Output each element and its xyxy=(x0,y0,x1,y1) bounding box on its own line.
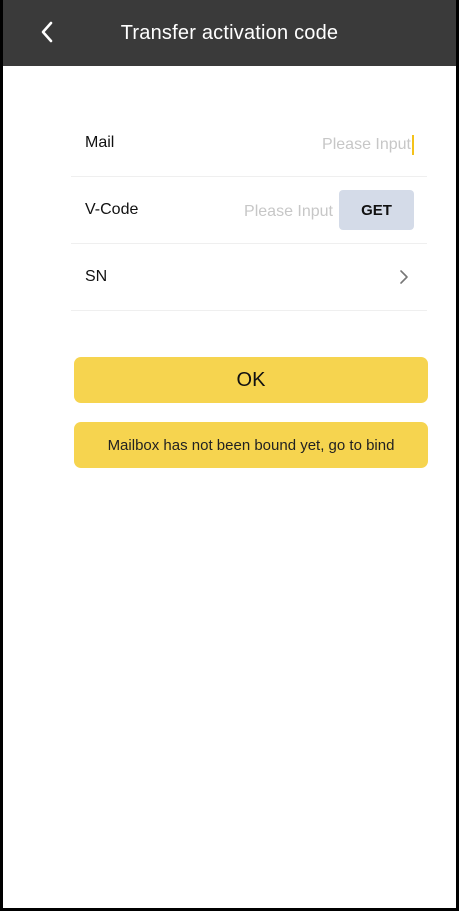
ok-button[interactable]: OK xyxy=(74,357,428,403)
sn-label: SN xyxy=(85,268,108,285)
text-caret xyxy=(412,135,414,155)
vcode-row: V-Code GET xyxy=(71,177,427,244)
sn-row[interactable]: SN xyxy=(71,244,427,311)
vcode-input[interactable] xyxy=(201,199,335,225)
get-code-button[interactable]: GET xyxy=(339,190,414,230)
page-title: Transfer activation code xyxy=(120,21,339,44)
transfer-form: Mail V-Code GET SN xyxy=(71,110,427,311)
app-screen: Transfer activation code Mail V-Code GET… xyxy=(0,0,459,911)
mail-label: Mail xyxy=(85,134,115,151)
bind-mailbox-notice[interactable]: Mailbox has not been bound yet, go to bi… xyxy=(74,422,428,468)
mail-input[interactable] xyxy=(259,132,413,158)
top-bar: Transfer activation code xyxy=(3,0,456,66)
mail-row: Mail xyxy=(71,110,427,177)
vcode-label: V-Code xyxy=(85,201,139,218)
chevron-right-icon xyxy=(397,266,411,288)
